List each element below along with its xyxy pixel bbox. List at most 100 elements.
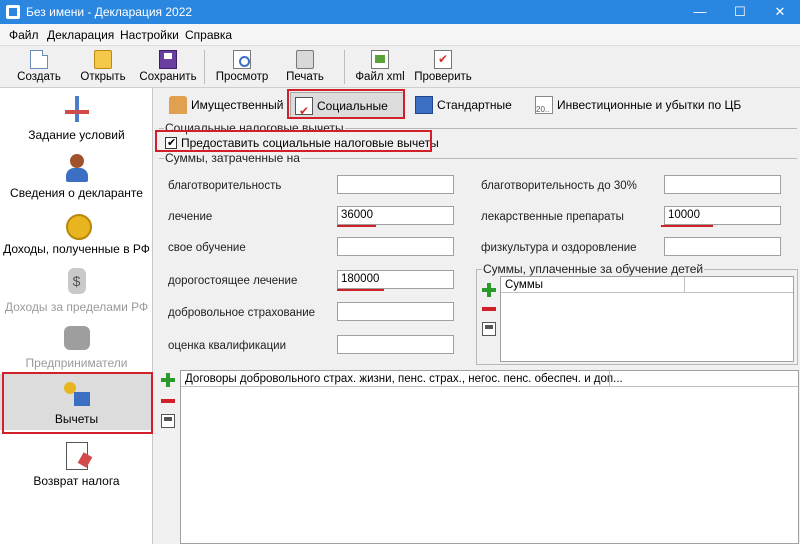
list-header: Суммы (501, 277, 793, 293)
field-label: лечение (168, 211, 213, 223)
menu-bar: Файл Декларация Настройки Справка (0, 24, 800, 46)
sidebar-item-income-abroad[interactable]: Доходы за пределами РФ (0, 266, 153, 322)
tab-label: Имущественный (191, 98, 284, 112)
tab-label: Стандартные (437, 98, 512, 112)
field-label: дорогостоящее лечение (168, 275, 298, 287)
treatment-field[interactable]: 36000 (337, 206, 454, 225)
medicines-field[interactable]: 10000 (664, 206, 781, 225)
tab-standard[interactable]: Стандартные (411, 92, 521, 118)
field-label: благотворительность до 30% (481, 180, 637, 192)
check-button[interactable]: Проверить (412, 48, 474, 86)
insurance-contracts-list[interactable]: Договоры добровольного страх. жизни, пен… (180, 370, 799, 544)
remove-icon[interactable] (161, 394, 175, 408)
deduction-tabs: Имущественный Социальные Стандартные 20.… (153, 88, 800, 124)
tree-icon (60, 94, 94, 124)
sidebar-item-label: Предприниматели (25, 356, 128, 370)
menu-file[interactable]: Файл (9, 28, 39, 42)
sidebar-item-income-rf[interactable]: Доходы, полученные в РФ (0, 208, 153, 264)
menu-declaration[interactable]: Декларация (47, 28, 114, 42)
open-folder-icon (94, 50, 112, 69)
person-icon (60, 152, 94, 182)
sidebar-item-tax-return[interactable]: Возврат налога (0, 440, 153, 496)
close-button[interactable]: ✕ (760, 0, 800, 24)
edit-icon[interactable] (161, 414, 175, 428)
children-sums-list[interactable]: Суммы (500, 276, 794, 362)
sidebar-item-label: Возврат налога (33, 474, 120, 488)
menu-help[interactable]: Справка (185, 28, 232, 42)
title-bar: Без имени - Декларация 2022 — ☐ ✕ (0, 0, 800, 24)
social-deductions-panel: Социальные налоговые вычеты Предоставить… (153, 120, 800, 544)
tab-label: Социальные (317, 99, 388, 113)
annotation-underline (337, 225, 376, 227)
annotation-underline (337, 289, 384, 291)
sidebar-item-declarant[interactable]: Сведения о декларанте (0, 152, 153, 208)
charity-30-field[interactable] (664, 175, 781, 194)
column-header-contracts: Договоры добровольного страх. жизни, пен… (185, 373, 623, 385)
tab-social[interactable]: Социальные (290, 92, 405, 124)
sidebar: Задание условий Сведения о декларанте До… (0, 88, 153, 544)
print-label: Печать (286, 71, 324, 83)
sums-group-title: Суммы, затраченные на (164, 151, 301, 165)
create-label: Создать (17, 71, 61, 83)
field-label: добровольное страхование (168, 307, 316, 319)
xml-label: Файл xml (355, 71, 405, 83)
window-title: Без имени - Декларация 2022 (26, 5, 193, 19)
sidebar-item-conditions[interactable]: Задание условий (0, 94, 153, 150)
social-check-icon (295, 97, 313, 124)
preview-label: Просмотр (215, 71, 269, 83)
standard-icon (415, 96, 433, 114)
column-header-sums: Суммы (505, 279, 544, 291)
field-label: благотворительность (168, 180, 282, 192)
annotation-underline (661, 225, 713, 227)
people-icon (60, 322, 94, 352)
toolbar-separator (204, 50, 205, 84)
xml-file-button[interactable]: Файл xml (352, 48, 408, 86)
print-button[interactable]: Печать (280, 48, 330, 86)
own-education-field[interactable] (337, 237, 454, 256)
sidebar-item-label: Задание условий (28, 128, 125, 142)
field-label: лекарственные препараты (481, 211, 624, 223)
maximize-button[interactable]: ☐ (720, 0, 760, 24)
minimize-button[interactable]: — (680, 0, 720, 24)
sidebar-item-deductions[interactable]: Вычеты (0, 374, 153, 430)
menu-settings[interactable]: Настройки (120, 28, 179, 42)
xml-file-icon (371, 50, 389, 69)
sidebar-item-label: Доходы, полученные в РФ (3, 242, 150, 256)
field-label: физкультура и оздоровление (481, 242, 637, 254)
voluntary-insurance-field[interactable] (337, 302, 454, 321)
add-icon[interactable] (482, 283, 496, 297)
save-disk-icon (159, 50, 177, 69)
edit-icon[interactable] (482, 322, 496, 336)
tab-investment[interactable]: 20.. Инвестиционные и убытки по ЦБ (531, 92, 751, 118)
tab-property[interactable]: Имущественный (165, 92, 293, 118)
provide-social-deductions-checkbox[interactable]: Предоставить социальные налоговые вычеты (165, 136, 439, 152)
remove-icon[interactable] (482, 302, 496, 316)
calendar-icon: 20.. (535, 96, 553, 114)
checkbox-label: Предоставить социальные налоговые вычеты (181, 136, 439, 150)
sidebar-item-entrepreneurs[interactable]: Предприниматели (0, 322, 153, 378)
tab-label: Инвестиционные и убытки по ЦБ (557, 98, 742, 112)
check-document-icon (434, 50, 452, 69)
create-button[interactable]: Создать (12, 48, 66, 86)
field-label: свое обучение (168, 242, 246, 254)
charity-field[interactable] (337, 175, 454, 194)
social-group-title: Социальные налоговые вычеты (164, 121, 345, 135)
check-label: Проверить (414, 71, 472, 83)
sports-field[interactable] (664, 237, 781, 256)
column-divider (609, 371, 610, 387)
sidebar-item-label: Сведения о декларанте (10, 186, 143, 200)
checkbox-mark (165, 136, 177, 149)
preview-icon (233, 50, 251, 69)
expensive-treatment-field[interactable]: 180000 (337, 270, 454, 289)
list-header: Договоры добровольного страх. жизни, пен… (181, 371, 798, 387)
open-label: Открыть (80, 71, 126, 83)
sidebar-item-label: Доходы за пределами РФ (4, 300, 149, 314)
preview-button[interactable]: Просмотр (212, 48, 272, 86)
sidebar-item-label: Вычеты (54, 412, 99, 426)
add-icon[interactable] (161, 373, 175, 387)
save-button[interactable]: Сохранить (136, 48, 200, 86)
toolbar-separator (344, 50, 345, 84)
house-icon (169, 96, 187, 114)
qualification-assessment-field[interactable] (337, 335, 454, 354)
open-button[interactable]: Открыть (76, 48, 130, 86)
